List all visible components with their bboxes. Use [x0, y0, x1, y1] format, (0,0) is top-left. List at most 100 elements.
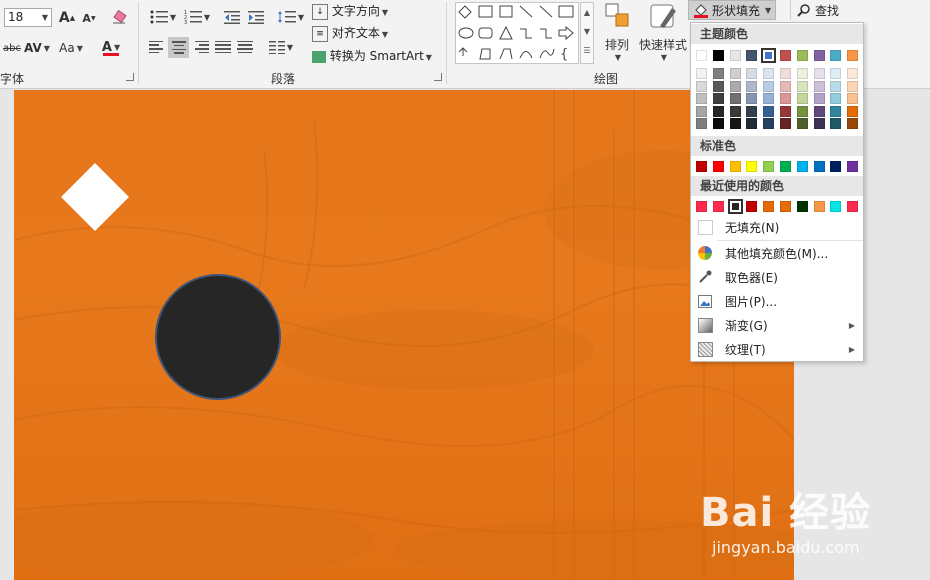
theme-shade-swatch[interactable] — [813, 118, 825, 130]
standard-color-swatch[interactable] — [796, 161, 808, 172]
theme-color-swatch[interactable] — [696, 50, 707, 61]
slide-canvas[interactable] — [14, 90, 794, 580]
shape-fill-button[interactable]: 形状填充 ▼ — [688, 0, 776, 20]
justify-button[interactable] — [214, 38, 232, 56]
standard-color-swatch[interactable] — [746, 161, 758, 172]
right-arrow-shape-icon[interactable] — [558, 25, 574, 41]
rounded-rect-shape-icon[interactable] — [478, 27, 493, 39]
distributed-button[interactable] — [236, 38, 254, 56]
font-color-button[interactable]: A ▼ — [96, 38, 126, 58]
theme-shade-swatch[interactable] — [796, 93, 808, 105]
recent-color-swatch[interactable] — [813, 201, 825, 212]
rectangle-shape-icon[interactable] — [558, 5, 574, 18]
recent-color-swatch[interactable] — [780, 201, 791, 212]
more-fill-colors-item[interactable]: 其他填充颜色(M)... — [691, 242, 863, 264]
theme-color-swatch[interactable] — [813, 50, 825, 61]
theme-color-swatch[interactable] — [729, 50, 741, 61]
standard-color-swatch[interactable] — [780, 161, 791, 172]
theme-shade-swatch[interactable] — [746, 93, 758, 105]
theme-shade-swatch[interactable] — [746, 68, 758, 79]
line-spacing-button[interactable]: ▼ — [276, 8, 306, 26]
theme-shade-swatch[interactable] — [729, 105, 741, 117]
columns-button[interactable]: ▼ — [266, 38, 296, 56]
theme-shade-swatch[interactable] — [763, 93, 775, 105]
theme-shade-swatch[interactable] — [813, 80, 825, 92]
theme-shade-swatch[interactable] — [796, 118, 808, 130]
theme-color-swatch[interactable] — [796, 50, 808, 61]
increase-indent-button[interactable] — [246, 8, 266, 26]
theme-shade-swatch[interactable] — [847, 68, 859, 79]
paragraph-dialog-launcher[interactable] — [434, 73, 442, 81]
theme-shade-swatch[interactable] — [813, 105, 825, 117]
oval-shape-icon[interactable] — [458, 27, 474, 39]
theme-shade-swatch[interactable] — [729, 93, 741, 105]
theme-shade-swatch[interactable] — [712, 118, 724, 130]
theme-color-swatch[interactable] — [830, 50, 842, 61]
font-size-dropdown-icon[interactable]: ▼ — [42, 9, 48, 26]
bullets-button[interactable]: ▼ — [148, 8, 178, 26]
standard-color-swatch[interactable] — [712, 161, 724, 172]
line-shape-icon[interactable] — [519, 5, 533, 18]
theme-shade-swatch[interactable] — [696, 105, 707, 117]
theme-shade-swatch[interactable] — [780, 80, 791, 92]
theme-shade-swatch[interactable] — [830, 68, 842, 79]
recent-color-swatch[interactable] — [847, 201, 859, 212]
recent-color-swatch[interactable] — [696, 201, 707, 212]
arc-shape-icon[interactable] — [519, 51, 533, 59]
theme-shade-swatch[interactable] — [830, 118, 842, 130]
shrink-font-button[interactable]: A ▼ — [80, 8, 98, 28]
theme-shade-swatch[interactable] — [729, 68, 741, 79]
shapes-gallery[interactable]: { — [455, 2, 579, 64]
theme-shade-swatch[interactable] — [780, 118, 791, 130]
convert-to-smartart-button[interactable]: 转换为 SmartArt ▼ — [312, 47, 432, 64]
up-arrow-shape-icon[interactable] — [458, 47, 468, 56]
theme-shade-swatch[interactable] — [746, 105, 758, 117]
theme-shade-swatch[interactable] — [780, 93, 791, 105]
recent-color-swatch[interactable] — [796, 201, 808, 212]
theme-shade-swatch[interactable] — [813, 93, 825, 105]
theme-shade-swatch[interactable] — [746, 118, 758, 130]
theme-shade-swatch[interactable] — [712, 105, 724, 117]
shapes-gallery-scroll[interactable]: ▲ ▼ ☰ — [580, 2, 594, 64]
font-dialog-launcher[interactable] — [126, 73, 134, 81]
scribble-shape-icon[interactable] — [499, 48, 513, 60]
theme-color-swatch[interactable] — [847, 50, 859, 61]
theme-color-swatch[interactable] — [762, 49, 776, 62]
recent-color-swatch[interactable] — [763, 201, 775, 212]
theme-shade-swatch[interactable] — [712, 68, 724, 79]
theme-color-swatch[interactable] — [712, 50, 724, 61]
textbox-shape-icon[interactable] — [478, 5, 493, 18]
arrow-shape-icon[interactable] — [539, 5, 553, 18]
align-center-button[interactable] — [168, 37, 189, 58]
theme-shade-swatch[interactable] — [847, 118, 859, 130]
strikethrough-button[interactable]: abc — [2, 38, 22, 58]
theme-shade-swatch[interactable] — [712, 80, 724, 92]
theme-shade-swatch[interactable] — [763, 105, 775, 117]
theme-shade-swatch[interactable] — [763, 80, 775, 92]
align-left-button[interactable] — [148, 38, 166, 56]
font-size-input[interactable]: 18 ▼ — [4, 8, 52, 27]
theme-shade-swatch[interactable] — [780, 68, 791, 79]
theme-shade-swatch[interactable] — [729, 80, 741, 92]
curve-shape-icon[interactable] — [539, 48, 555, 59]
theme-shade-swatch[interactable] — [696, 118, 707, 130]
recent-color-swatch[interactable] — [830, 201, 842, 212]
character-spacing-button[interactable]: AV ▼ — [24, 38, 50, 58]
theme-shade-swatch[interactable] — [696, 68, 707, 79]
standard-color-swatch[interactable] — [763, 161, 775, 172]
theme-shade-swatch[interactable] — [847, 93, 859, 105]
gradient-item[interactable]: 渐变(G) ▶ — [691, 314, 863, 336]
quick-styles-button[interactable]: 快速样式 ▼ — [638, 2, 688, 62]
theme-color-swatch[interactable] — [746, 50, 758, 61]
standard-color-swatch[interactable] — [729, 161, 741, 172]
theme-shade-swatch[interactable] — [696, 80, 707, 92]
find-button[interactable]: 查找 — [790, 0, 930, 20]
theme-shade-swatch[interactable] — [712, 93, 724, 105]
theme-shade-swatch[interactable] — [796, 105, 808, 117]
arrange-button[interactable]: 排列 ▼ — [600, 2, 634, 62]
theme-shade-swatch[interactable] — [746, 80, 758, 92]
theme-color-swatch[interactable] — [780, 50, 791, 61]
standard-color-swatch[interactable] — [830, 161, 842, 172]
clear-formatting-button[interactable] — [108, 6, 130, 28]
text-direction-button[interactable]: ↓ 文字方向 ▼ — [312, 2, 388, 20]
